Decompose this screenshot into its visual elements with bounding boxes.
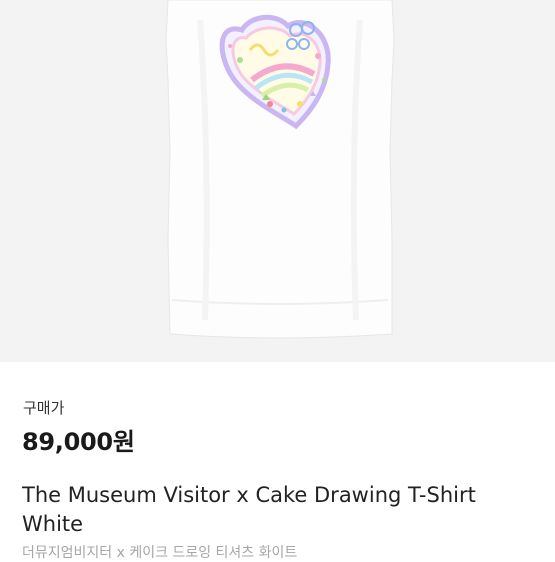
product-info: 구매가 89,000원 The Museum Visitor x Cake Dr… xyxy=(0,362,555,561)
product-title[interactable]: The Museum Visitor x Cake Drawing T-Shir… xyxy=(22,481,492,539)
product-title-korean: 더뮤지엄비지터 x 케이크 드로잉 티셔츠 화이트 xyxy=(22,545,298,561)
price-label: 구매가 xyxy=(23,399,65,417)
tshirt-illustration xyxy=(165,0,395,339)
price-value: 89,000원 xyxy=(22,428,135,456)
product-image[interactable] xyxy=(0,0,555,362)
